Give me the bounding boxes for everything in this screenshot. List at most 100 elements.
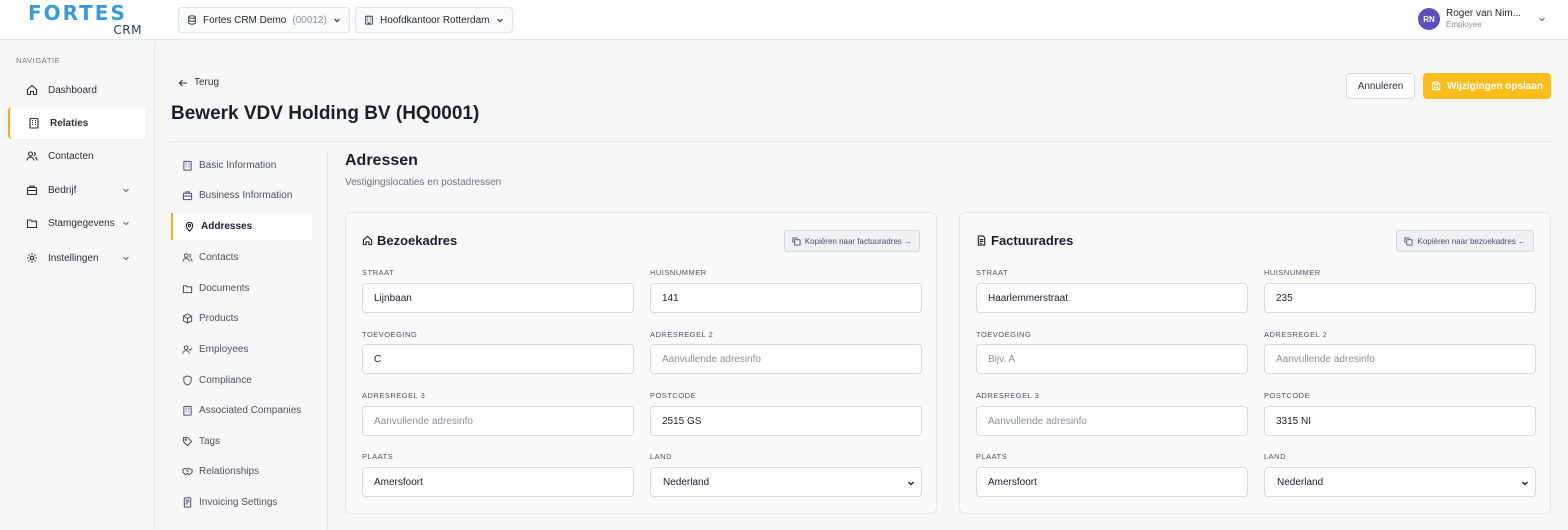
address-line-3-label: ADRESREGEL 3 <box>976 391 1040 400</box>
users-icon <box>26 150 38 162</box>
sidebar: NAVIGATIE Dashboard Relaties Contacten B… <box>0 41 155 530</box>
visit-addition-input[interactable] <box>362 344 634 374</box>
folder-icon <box>182 283 193 294</box>
subnav-item-relationships[interactable]: Relationships <box>171 458 312 485</box>
copy-to-invoice-button[interactable]: Kopiëren naar factuuradres → <box>783 230 920 252</box>
arrow-left-icon <box>178 78 188 88</box>
visit-postcode-input[interactable] <box>650 406 922 436</box>
page-title: Bewerk VDV Holding BV (HQ0001) <box>171 103 480 124</box>
folder-icon <box>26 217 38 229</box>
sidebar-item-bedrijf[interactable]: Bedrijf <box>8 174 146 206</box>
subnav-item-invoicing-settings[interactable]: Invoicing Settings <box>171 489 312 516</box>
subnav-item-label: Documents <box>199 283 250 294</box>
invoice-addition-input[interactable] <box>976 344 1248 374</box>
back-label: Terug <box>194 77 220 88</box>
subnav-item-business-information[interactable]: Business Information <box>171 182 312 209</box>
visit-city-input[interactable] <box>362 467 634 497</box>
section-title: Adressen <box>345 152 418 169</box>
home-icon <box>362 235 373 246</box>
sidebar-item-contacten[interactable]: Contacten <box>8 140 146 172</box>
invoice-address-line-2-input[interactable] <box>1264 344 1536 374</box>
building-icon <box>182 160 193 171</box>
address-line-2-label: ADRESREGEL 2 <box>650 330 714 339</box>
sidebar-item-label: Contacten <box>48 150 94 162</box>
back-link[interactable]: Terug <box>178 77 219 88</box>
copy-to-visit-button[interactable]: Kopiëren naar bezoekadres ← <box>1396 230 1534 252</box>
invoice-postcode-input[interactable] <box>1264 406 1536 436</box>
save-label: Wijzigingen opslaan <box>1446 80 1544 92</box>
fortes-logo[interactable]: FORTES CRM <box>28 3 144 37</box>
save-changes-button[interactable]: Wijzigingen opslaan <box>1423 73 1551 99</box>
building-icon <box>182 405 193 416</box>
visit-address-line-2-input[interactable] <box>650 344 922 374</box>
subnav-item-label: Relationships <box>199 466 260 477</box>
chevron-down-icon <box>1538 15 1546 23</box>
subnav-item-label: Employees <box>199 344 249 355</box>
subnav-item-basic-information[interactable]: Basic Information <box>171 152 312 179</box>
card-header: Bezoekadres <box>362 233 457 248</box>
subnav-item-documents[interactable]: Documents <box>171 275 312 302</box>
office-select[interactable]: Hoofdkantoor Rotterdam <box>355 7 513 33</box>
file-icon <box>976 235 987 246</box>
subnav-item-label: Invoicing Settings <box>199 497 278 508</box>
chevron-down-icon <box>333 16 341 24</box>
visit-street-input[interactable] <box>362 283 634 313</box>
subnav-item-contacts[interactable]: Contacts <box>171 244 312 271</box>
subnav-item-products[interactable]: Products <box>171 305 312 332</box>
sidebar-item-relaties[interactable]: Relaties <box>8 107 146 139</box>
postcode-label: POSTCODE <box>650 391 697 400</box>
logo-wordmark: FORTES <box>28 1 127 25</box>
save-icon <box>1431 81 1441 91</box>
shield-icon <box>182 375 193 386</box>
sidebar-item-label: Relaties <box>50 117 89 129</box>
logo-subtitle: CRM <box>113 23 142 37</box>
visit-address-line-3-input[interactable] <box>362 406 634 436</box>
user-check-icon <box>182 344 193 355</box>
invoice-city-input[interactable] <box>976 467 1248 497</box>
address-line-2-label: ADRESREGEL 2 <box>1264 330 1328 339</box>
subnav-item-employees[interactable]: Employees <box>171 336 312 363</box>
organization-select[interactable]: Fortes CRM Demo (00012) <box>178 7 350 33</box>
avatar: RN <box>1418 8 1440 30</box>
sidebar-item-label: Bedrijf <box>48 184 77 196</box>
visit-housenumber-input[interactable] <box>650 283 922 313</box>
street-label: STRAAT <box>362 268 395 277</box>
invoice-country-select[interactable]: Nederland <box>1264 467 1536 497</box>
sidebar-item-label: Instellingen <box>48 252 99 264</box>
invoice-housenumber-input[interactable] <box>1264 283 1536 313</box>
home-icon <box>26 84 38 96</box>
building-icon <box>28 117 40 129</box>
invoice-address-card: Factuuradres Kopiëren naar bezoekadres ←… <box>959 212 1551 514</box>
subnav-item-tags[interactable]: Tags <box>171 428 312 455</box>
sidebar-item-stamgegevens[interactable]: Stamgegevens <box>8 207 146 239</box>
office-name: Hoofdkantoor Rotterdam <box>380 14 490 26</box>
invoice-address-line-3-input[interactable] <box>976 406 1248 436</box>
subnav-item-associated-companies[interactable]: Associated Companies <box>171 397 312 424</box>
subnav-item-compliance[interactable]: Compliance <box>171 367 312 394</box>
user-role: Employee <box>1446 20 1482 29</box>
subnav-item-addresses[interactable]: Addresses <box>171 213 312 240</box>
sidebar-item-label: Dashboard <box>48 84 97 96</box>
subnav-item-label: Contacts <box>199 252 239 263</box>
package-icon <box>182 313 193 324</box>
country-label: LAND <box>650 452 673 461</box>
postcode-label: POSTCODE <box>1264 391 1311 400</box>
copy-icon <box>792 236 801 246</box>
section-subtitle: Vestigingslocaties en postadressen <box>345 177 502 188</box>
user-menu[interactable]: RN Roger van Nim... Employee <box>1418 8 1546 30</box>
visit-country-select[interactable]: Nederland <box>650 467 922 497</box>
invoice-street-input[interactable] <box>976 283 1248 313</box>
user-info: Roger van Nim... Employee <box>1446 8 1532 30</box>
chevron-down-icon <box>496 16 504 24</box>
gear-icon <box>26 252 38 264</box>
housenumber-label: HUISNUMMER <box>650 268 707 277</box>
map-pin-icon <box>184 221 195 232</box>
users-icon <box>182 252 193 263</box>
sidebar-item-dashboard[interactable]: Dashboard <box>8 74 146 106</box>
selected-country: Nederland <box>663 476 710 488</box>
card-title: Bezoekadres <box>377 233 458 248</box>
handshake-icon <box>182 466 193 477</box>
sidebar-item-instellingen[interactable]: Instellingen <box>8 242 146 274</box>
subnav-item-label: Products <box>199 313 239 324</box>
cancel-button[interactable]: Annuleren <box>1346 73 1415 99</box>
